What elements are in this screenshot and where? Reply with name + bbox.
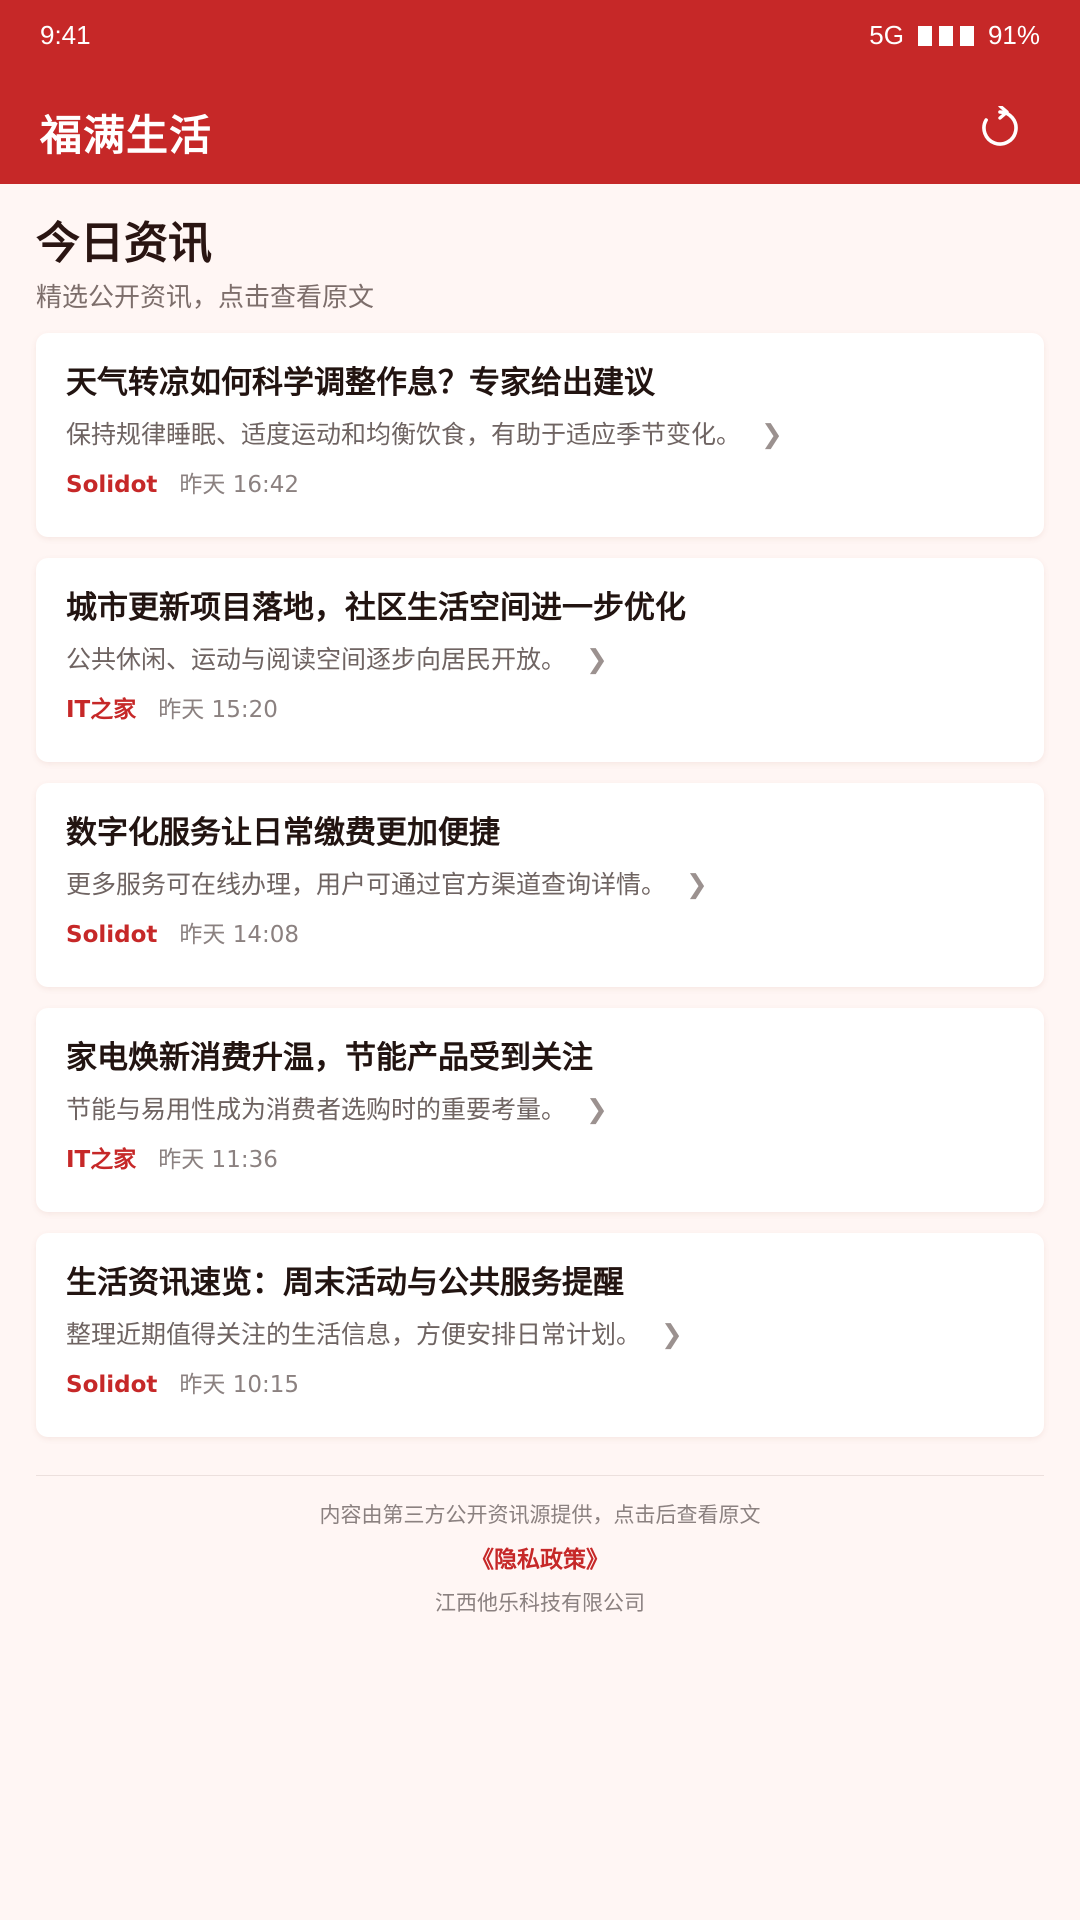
section-subtitle: 精选公开资讯，点击查看原文 [36,283,375,313]
news-time: 昨天 16:42 [179,472,299,498]
news-summary: 整理近期值得关注的生活信息，方便安排日常计划。 [66,1320,642,1349]
news-summary-row: 节能与易用性成为消费者选购时的重要考量。 ❯ [66,1092,1014,1128]
network-indicator: 5G [869,20,904,50]
news-meta: IT之家 昨天 11:36 [66,1144,1014,1176]
news-summary: 节能与易用性成为消费者选购时的重要考量。 [66,1095,567,1124]
news-title: 数字化服务让日常缴费更加便捷 [66,815,500,851]
news-summary-row: 更多服务可在线办理，用户可通过官方渠道查询详情。 ❯ [66,867,1014,903]
news-summary: 更多服务可在线办理，用户可通过官方渠道查询详情。 [66,870,667,899]
news-title: 家电焕新消费升温，节能产品受到关注 [66,1040,593,1076]
news-card[interactable]: 数字化服务让日常缴费更加便捷 更多服务可在线办理，用户可通过官方渠道查询详情。 … [36,783,1044,987]
app-title: 福满生活 [40,111,213,160]
news-time: 昨天 10:15 [179,1372,299,1398]
chevron-right-icon: ❯ [661,1320,683,1350]
news-meta: IT之家 昨天 15:20 [66,694,1014,726]
news-meta: Solidot 昨天 16:42 [66,469,1014,501]
news-time: 昨天 15:20 [158,697,278,723]
footer-note: 内容由第三方公开资讯源提供，点击后查看原文 [319,1503,761,1527]
news-time: 昨天 14:08 [179,922,299,948]
refresh-button[interactable] [964,92,1036,164]
news-summary: 保持规律睡眠、适度运动和均衡饮食，有助于适应季节变化。 [66,420,742,449]
chevron-right-icon: ❯ [761,420,783,450]
news-card[interactable]: 城市更新项目落地，社区生活空间进一步优化 公共休闲、运动与阅读空间逐步向居民开放… [36,558,1044,762]
status-indicators: 5G 91% [869,20,1040,51]
news-title: 天气转凉如何科学调整作息？专家给出建议 [66,365,655,401]
news-card[interactable]: 家电焕新消费升温，节能产品受到关注 节能与易用性成为消费者选购时的重要考量。 ❯… [36,1008,1044,1212]
news-summary-row: 公共休闲、运动与阅读空间逐步向居民开放。 ❯ [66,642,1014,678]
section-title: 今日资讯 [36,218,212,269]
news-list: 天气转凉如何科学调整作息？专家给出建议 保持规律睡眠、适度运动和均衡饮食，有助于… [36,333,1044,1458]
news-title: 城市更新项目落地，社区生活空间进一步优化 [66,590,686,626]
signal-icon [917,25,974,46]
battery-level: 91% [987,20,1040,50]
news-source: IT之家 [66,697,137,723]
status-time: 9:41 [40,20,91,50]
section-header: 今日资讯 精选公开资讯，点击查看原文 [36,214,1036,316]
status-bar: 9:41 5G 91% [0,0,1080,72]
company-name: 江西他乐科技有限公司 [435,1591,645,1615]
chevron-right-icon: ❯ [686,870,708,900]
news-summary-row: 保持规律睡眠、适度运动和均衡饮食，有助于适应季节变化。 ❯ [66,417,1014,453]
news-source: Solidot [66,1372,158,1398]
news-card[interactable]: 生活资讯速览：周末活动与公共服务提醒 整理近期值得关注的生活信息，方便安排日常计… [36,1233,1044,1437]
news-card[interactable]: 天气转凉如何科学调整作息？专家给出建议 保持规律睡眠、适度运动和均衡饮食，有助于… [36,333,1044,537]
news-summary: 公共休闲、运动与阅读空间逐步向居民开放。 [66,645,567,674]
news-time: 昨天 11:36 [158,1147,278,1173]
news-source: Solidot [66,922,158,948]
refresh-icon [982,106,1018,146]
footer: 内容由第三方公开资讯源提供，点击后查看原文 《隐私政策》 江西他乐科技有限公司 [36,1475,1044,1618]
news-source: IT之家 [66,1147,137,1173]
news-summary-row: 整理近期值得关注的生活信息，方便安排日常计划。 ❯ [66,1317,1014,1353]
news-source: Solidot [66,472,158,498]
news-meta: Solidot 昨天 14:08 [66,919,1014,951]
chevron-right-icon: ❯ [586,645,608,675]
chevron-right-icon: ❯ [586,1095,608,1125]
news-title: 生活资讯速览：周末活动与公共服务提醒 [66,1265,624,1301]
app-bar: 福满生活 [0,72,1080,184]
privacy-policy-link[interactable]: 《隐私政策》 [471,1544,609,1576]
news-meta: Solidot 昨天 10:15 [66,1369,1014,1401]
